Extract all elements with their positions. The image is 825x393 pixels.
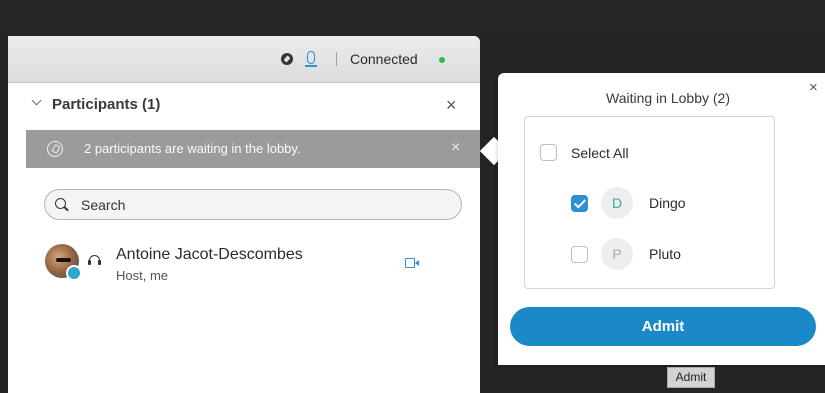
lobby-list: Select All D Dingo P Pluto <box>524 116 775 289</box>
participant-name: Antoine Jacot-Descombes <box>116 246 303 263</box>
entry-name: Pluto <box>649 246 681 262</box>
initial-avatar: P <box>601 238 633 270</box>
record-icon[interactable] <box>281 53 293 65</box>
close-participants-button[interactable]: × <box>446 96 457 114</box>
select-all-checkbox[interactable] <box>540 144 557 161</box>
entry-checkbox[interactable] <box>571 246 588 263</box>
connection-status: Connected <box>350 51 418 67</box>
microphone-icon[interactable] <box>305 51 317 67</box>
entry-checkbox[interactable] <box>571 195 588 212</box>
admit-tooltip: Admit <box>667 367 715 388</box>
lobby-waiting-banner[interactable]: 2 participants are waiting in the lobby.… <box>26 130 480 168</box>
admit-button[interactable]: Admit <box>510 307 816 346</box>
select-all-label[interactable]: Select All <box>571 145 629 161</box>
video-camera-icon[interactable] <box>405 258 419 268</box>
window-top-strip <box>0 0 825 36</box>
avatar <box>45 244 82 281</box>
close-banner-button[interactable]: × <box>451 139 460 157</box>
toolbar-separator <box>336 52 337 66</box>
lobby-icon <box>47 141 63 157</box>
participant-role: Host, me <box>116 268 169 283</box>
panel-titlebar: Connected <box>8 36 480 83</box>
lobby-title: Waiting in Lobby (2) <box>606 90 730 106</box>
presence-badge-icon <box>66 265 82 281</box>
initial-avatar: D <box>601 187 633 219</box>
search-icon <box>55 198 66 209</box>
avatar-photo-detail <box>56 258 71 262</box>
connection-status-dot-icon <box>439 57 445 63</box>
waiting-lobby-popover: Waiting in Lobby (2) × Select All D Ding… <box>498 73 825 365</box>
search-field[interactable] <box>44 189 462 220</box>
headset-icon <box>88 255 101 265</box>
entry-name: Dingo <box>649 195 686 211</box>
banner-text: 2 participants are waiting in the lobby. <box>84 141 301 156</box>
search-input[interactable] <box>81 196 441 214</box>
participants-title[interactable]: Participants (1) <box>52 96 160 113</box>
close-lobby-button[interactable]: × <box>809 79 818 97</box>
